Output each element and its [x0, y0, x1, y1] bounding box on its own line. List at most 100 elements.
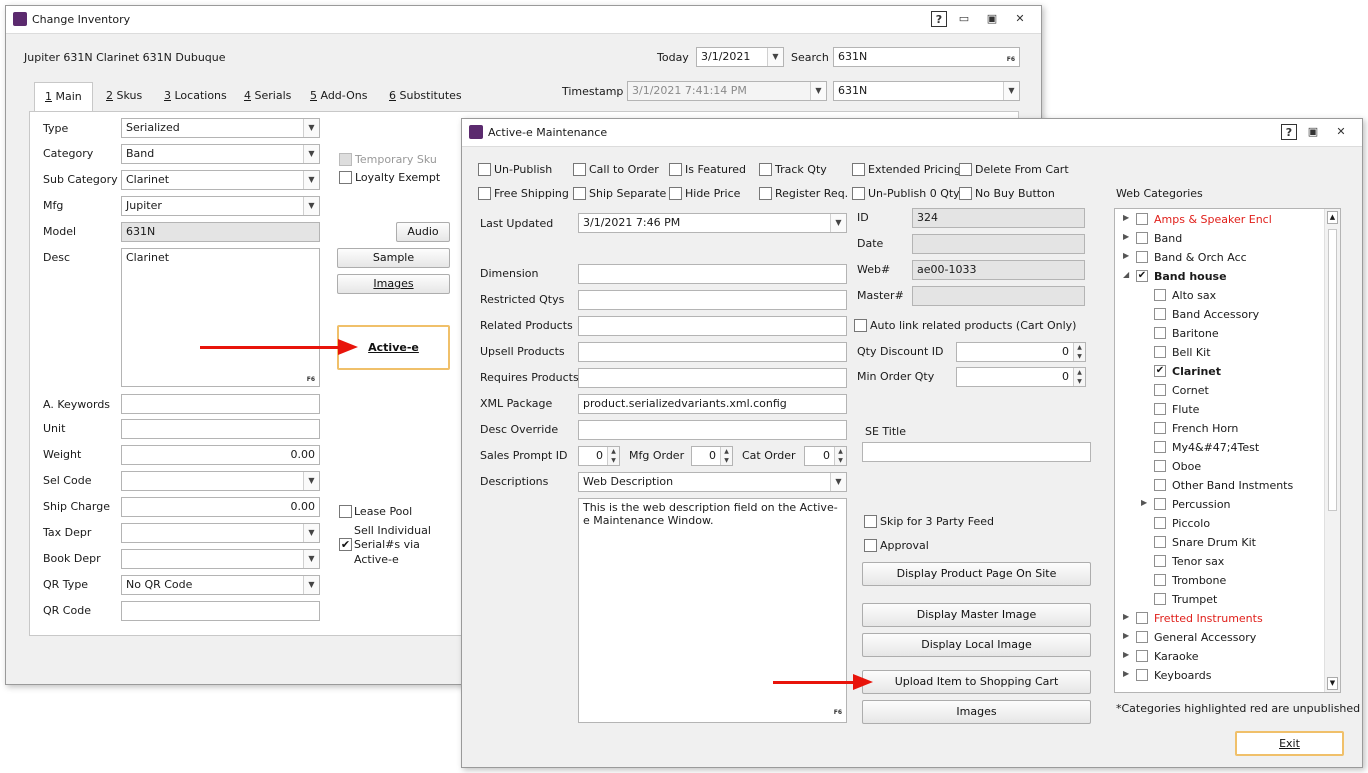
category-row[interactable]: Flute: [1115, 400, 1325, 419]
is-featured-checkbox[interactable]: [669, 163, 682, 176]
hide-price-checkbox[interactable]: [669, 187, 682, 200]
category-checkbox[interactable]: [1154, 498, 1166, 510]
chevron-down-icon[interactable]: ▼: [303, 576, 319, 594]
tab-locations[interactable]: 3 Locations: [154, 82, 237, 111]
category-row[interactable]: Alto sax: [1115, 286, 1325, 305]
category-row[interactable]: Baritone: [1115, 324, 1325, 343]
help-icon[interactable]: ?: [1281, 124, 1297, 140]
approval-checkbox[interactable]: [864, 539, 877, 552]
web-categories-tree[interactable]: ▶ Amps & Speaker Encl ▶ Band ▶ Band & Orch Ac…: [1114, 208, 1341, 693]
display-product-page-button[interactable]: Display Product Page On Site: [862, 562, 1091, 586]
category-checkbox[interactable]: [1136, 631, 1148, 643]
category-row[interactable]: ✔ Clarinet: [1115, 362, 1325, 381]
requires-products-field[interactable]: [578, 368, 847, 388]
expand-arrow-icon[interactable]: ▶: [1123, 251, 1131, 260]
chevron-down-icon[interactable]: ▼: [303, 145, 319, 163]
spinner-icon[interactable]: ▲ ▼: [720, 447, 732, 465]
category-checkbox[interactable]: [1154, 593, 1166, 605]
category-row[interactable]: Other Band Instments: [1115, 476, 1325, 495]
chevron-down-icon[interactable]: ▼: [303, 119, 319, 137]
category-row[interactable]: My4&#47;4Test: [1115, 438, 1325, 457]
mfg-select[interactable]: Jupiter ▼: [121, 196, 320, 216]
model-field[interactable]: 631N: [121, 222, 320, 242]
category-checkbox[interactable]: [1136, 612, 1148, 624]
category-row[interactable]: Band Accessory: [1115, 305, 1325, 324]
extended-pricing-checkbox[interactable]: [852, 163, 865, 176]
expand-arrow-icon[interactable]: ▶: [1123, 669, 1131, 678]
tab-addons[interactable]: 5 Add-Ons: [300, 82, 377, 111]
images-button[interactable]: Images: [337, 274, 450, 294]
upsell-products-field[interactable]: [578, 342, 847, 362]
category-row[interactable]: ▶ Percussion: [1115, 495, 1325, 514]
expand-arrow-icon[interactable]: ◢: [1123, 270, 1131, 279]
minimize-icon[interactable]: ▭: [956, 11, 972, 27]
qrtype-select[interactable]: No QR Code ▼: [121, 575, 320, 595]
desc-textarea[interactable]: Clarinet F6: [121, 248, 320, 387]
description-textarea[interactable]: This is the web description field on the…: [578, 498, 847, 723]
chevron-down-icon[interactable]: ▼: [1003, 82, 1019, 100]
display-master-image-button[interactable]: Display Master Image: [862, 603, 1091, 627]
category-checkbox[interactable]: [1154, 422, 1166, 434]
last-updated-field[interactable]: 3/1/2021 7:46 PM ▼: [578, 213, 847, 233]
chevron-down-icon[interactable]: ▼: [810, 82, 826, 100]
unpublish-zero-qty-checkbox[interactable]: [852, 187, 865, 200]
spinner-icon[interactable]: ▲ ▼: [1073, 368, 1085, 386]
timestamp-field[interactable]: 3/1/2021 7:41:14 PM ▼: [627, 81, 827, 101]
images-button[interactable]: Images: [862, 700, 1091, 724]
tab-serials[interactable]: 4 Serials: [234, 82, 301, 111]
scroll-down-icon[interactable]: ▼: [1327, 677, 1338, 690]
weight-field[interactable]: 0.00: [121, 445, 320, 465]
help-icon[interactable]: ?: [931, 11, 947, 27]
register-req-checkbox[interactable]: [759, 187, 772, 200]
ship-separate-checkbox[interactable]: [573, 187, 586, 200]
skip-3party-checkbox[interactable]: [864, 515, 877, 528]
selcode-select[interactable]: ▼: [121, 471, 320, 491]
track-qty-checkbox[interactable]: [759, 163, 772, 176]
category-checkbox[interactable]: [1154, 574, 1166, 586]
expand-arrow-icon[interactable]: ▶: [1123, 631, 1131, 640]
delete-from-cart-checkbox[interactable]: [959, 163, 972, 176]
category-checkbox[interactable]: [1154, 384, 1166, 396]
category-row[interactable]: ▶ Karaoke: [1115, 647, 1325, 666]
category-checkbox[interactable]: [1154, 327, 1166, 339]
expand-arrow-icon[interactable]: ▶: [1123, 213, 1131, 222]
category-row[interactable]: ◢ ✔ Band house: [1115, 267, 1325, 286]
subcategory-select[interactable]: Clarinet ▼: [121, 170, 320, 190]
tab-skus[interactable]: 2 Skus: [96, 82, 152, 111]
spinner-icon[interactable]: ▲ ▼: [607, 447, 619, 465]
exit-button[interactable]: Exit: [1235, 731, 1344, 756]
min-order-stepper[interactable]: 0 ▲ ▼: [956, 367, 1086, 387]
timestamp-filter-field[interactable]: 631N ▼: [833, 81, 1020, 101]
category-checkbox[interactable]: [1136, 669, 1148, 681]
taxdepr-select[interactable]: ▼: [121, 523, 320, 543]
category-row[interactable]: ▶ Amps & Speaker Encl: [1115, 210, 1325, 229]
category-checkbox[interactable]: [1136, 650, 1148, 662]
expand-arrow-icon[interactable]: ▶: [1123, 232, 1131, 241]
tab-main[interactable]: 1 Main: [34, 82, 93, 111]
qty-discount-stepper[interactable]: 0 ▲ ▼: [956, 342, 1086, 362]
category-checkbox[interactable]: [1154, 308, 1166, 320]
akeywords-field[interactable]: [121, 394, 320, 414]
close-icon[interactable]: ✕: [1333, 124, 1349, 140]
free-shipping-checkbox[interactable]: [478, 187, 491, 200]
sales-prompt-stepper[interactable]: 0 ▲ ▼: [578, 446, 620, 466]
dimension-field[interactable]: [578, 264, 847, 284]
category-checkbox[interactable]: ✔: [1136, 270, 1148, 282]
chevron-down-icon[interactable]: ▼: [830, 214, 846, 232]
audio-button[interactable]: Audio: [396, 222, 450, 242]
category-checkbox[interactable]: [1154, 289, 1166, 301]
spinner-icon[interactable]: ▲ ▼: [1073, 343, 1085, 361]
restore-icon[interactable]: ▣: [984, 11, 1000, 27]
category-row[interactable]: Snare Drum Kit: [1115, 533, 1325, 552]
category-checkbox[interactable]: [1136, 213, 1148, 225]
chevron-down-icon[interactable]: ▼: [303, 550, 319, 568]
shipcharge-field[interactable]: 0.00: [121, 497, 320, 517]
category-row[interactable]: ▶ Fretted Instruments: [1115, 609, 1325, 628]
today-date-field[interactable]: 3/1/2021 ▼: [696, 47, 784, 67]
search-input[interactable]: 631N F6: [833, 47, 1020, 67]
display-local-image-button[interactable]: Display Local Image: [862, 633, 1091, 657]
tree-scrollbar[interactable]: ▲ ▼: [1324, 209, 1340, 692]
mfg-order-stepper[interactable]: 0 ▲ ▼: [691, 446, 733, 466]
restricted-qtys-field[interactable]: [578, 290, 847, 310]
expand-arrow-icon[interactable]: ▶: [1141, 498, 1149, 507]
